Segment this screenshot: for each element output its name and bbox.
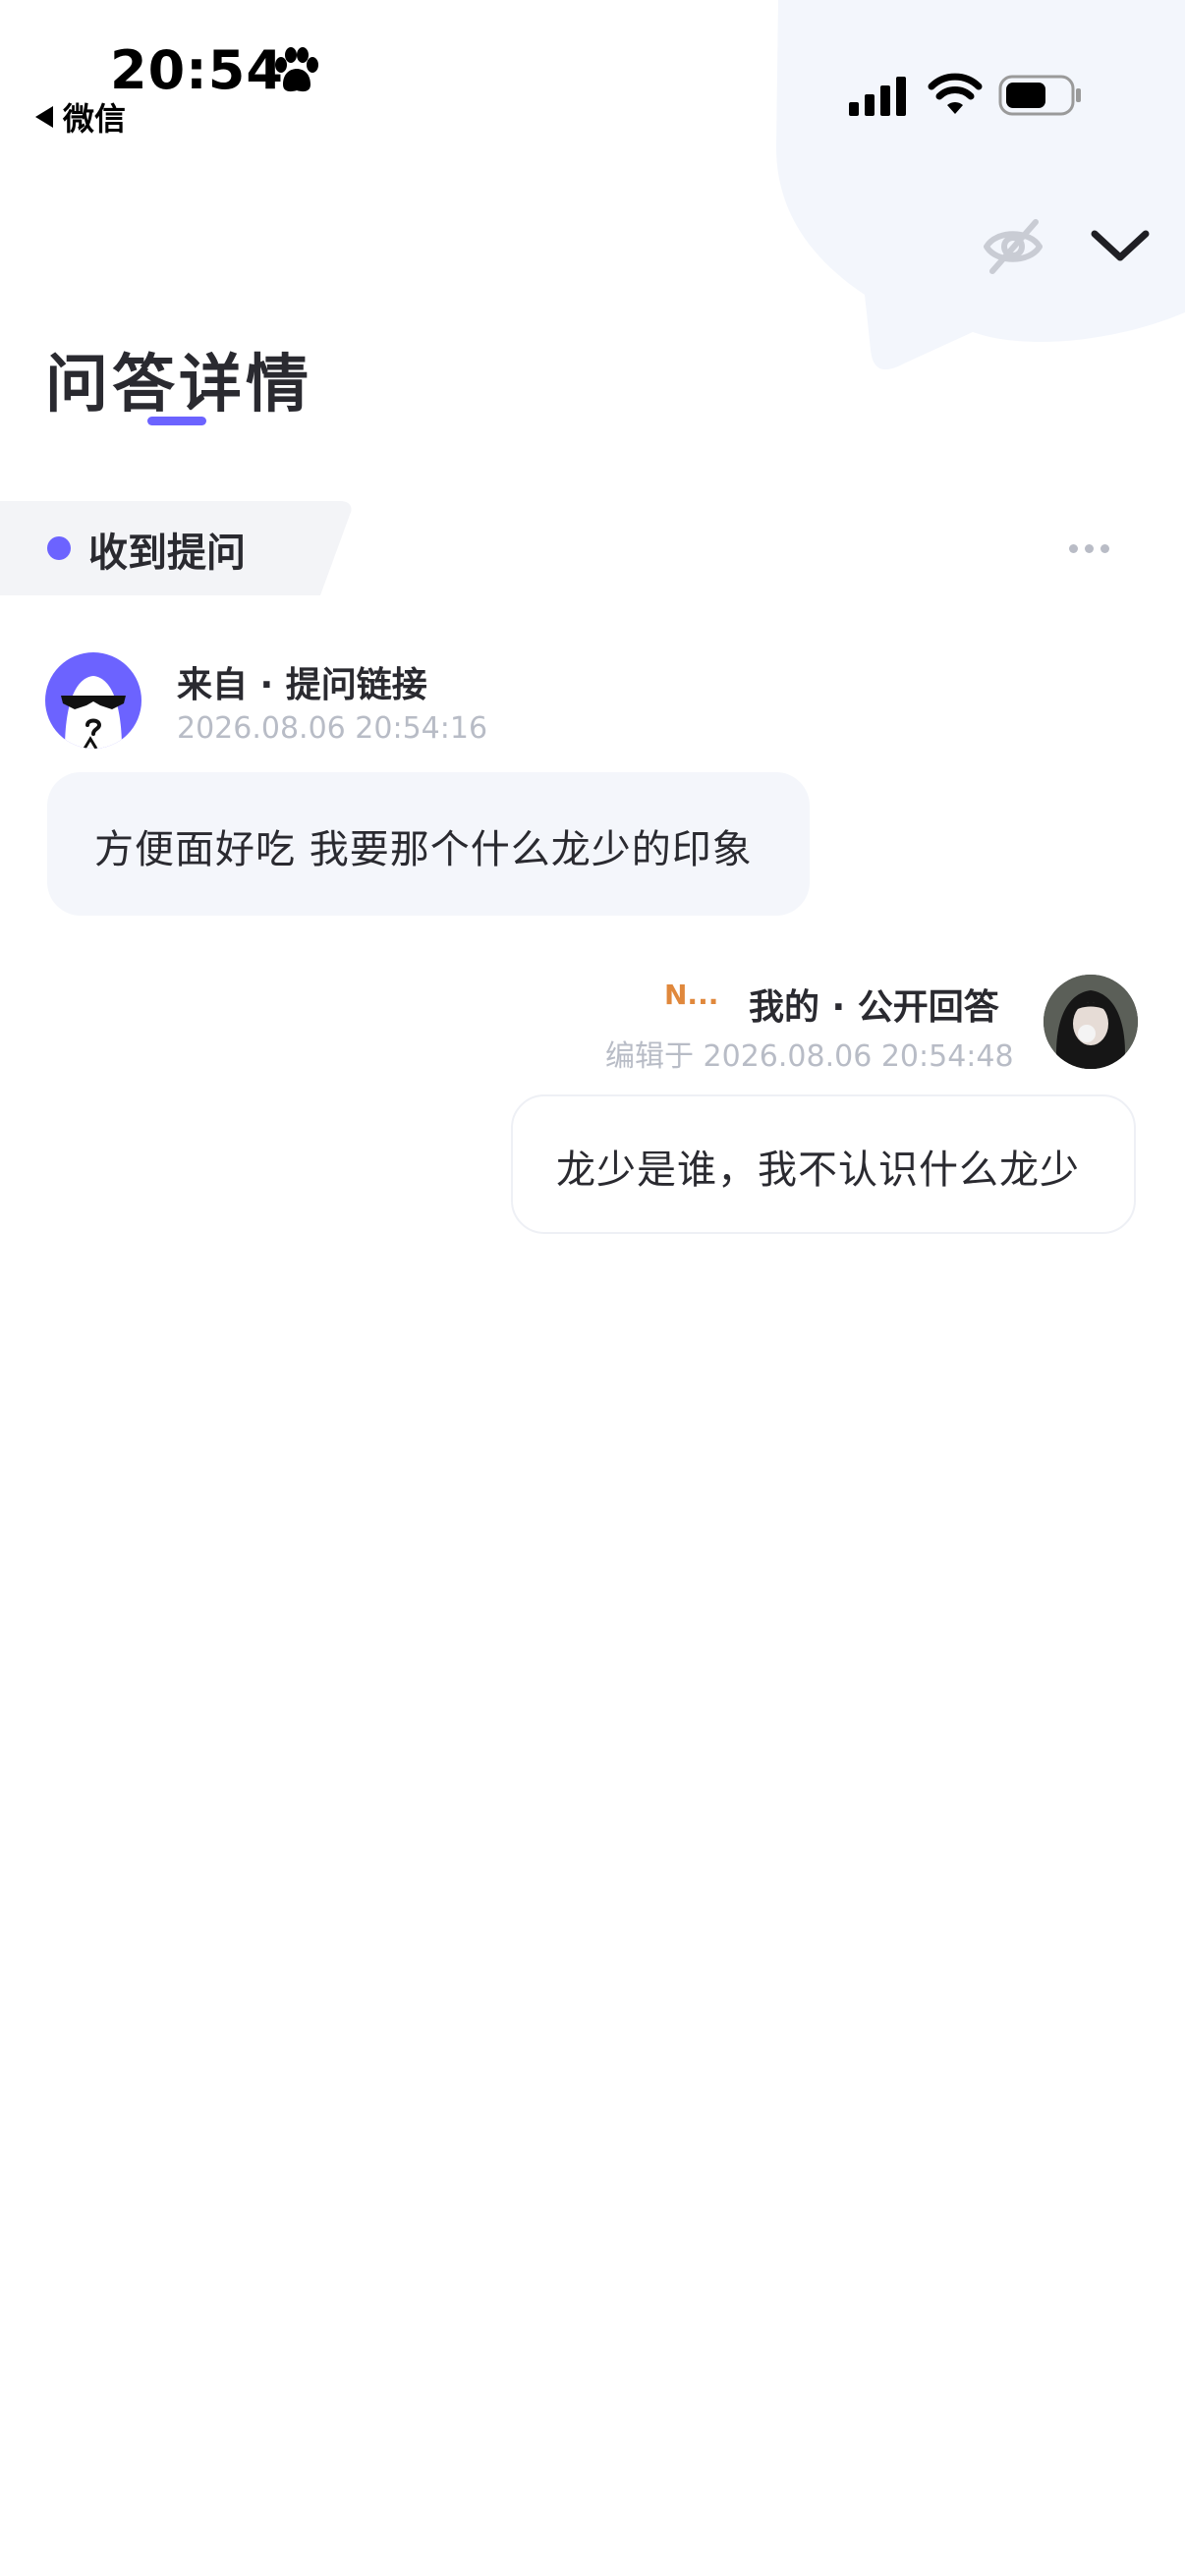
signal-icon [849, 77, 906, 116]
answer-timestamp: 编辑于 2026.08.06 20:54:48 [605, 1039, 1014, 1074]
page-title: 问答详情 [45, 349, 312, 421]
status-time: 20:54 [110, 39, 284, 101]
section-dot [47, 536, 71, 560]
eye-off-icon[interactable] [979, 214, 1047, 279]
question-timestamp: 2026.08.06 20:54:16 [177, 711, 488, 746]
question-text: 方便面好吃 我要那个什么龙少的印象 [94, 827, 753, 872]
anonymous-avatar-icon [61, 676, 126, 749]
more-options-button[interactable] [1069, 544, 1109, 553]
back-arrow-icon [35, 106, 53, 128]
back-to-app-button[interactable]: 微信 [35, 94, 126, 140]
title-underline [147, 417, 206, 425]
more-dots-icon [1069, 544, 1078, 553]
back-app-label: 微信 [63, 100, 127, 138]
answer-source: 我的 · 公开回答 [749, 987, 999, 1028]
question-source: 来自 · 提问链接 [177, 665, 427, 705]
answer-badge[interactable]: N... [664, 979, 718, 1011]
more-dot [1100, 544, 1109, 553]
user-avatar[interactable] [1044, 975, 1138, 1069]
chevron-down-icon[interactable] [1089, 222, 1152, 271]
more-dot [1085, 544, 1094, 553]
asker-avatar[interactable] [45, 652, 141, 749]
paw-icon [275, 47, 318, 92]
answer-text: 龙少是谁，我不认识什么龙少 [556, 1148, 1080, 1193]
user-photo [1044, 975, 1138, 1069]
wifi-icon [928, 73, 983, 114]
section-label: 收到提问 [88, 531, 246, 576]
battery-icon [998, 75, 1081, 116]
